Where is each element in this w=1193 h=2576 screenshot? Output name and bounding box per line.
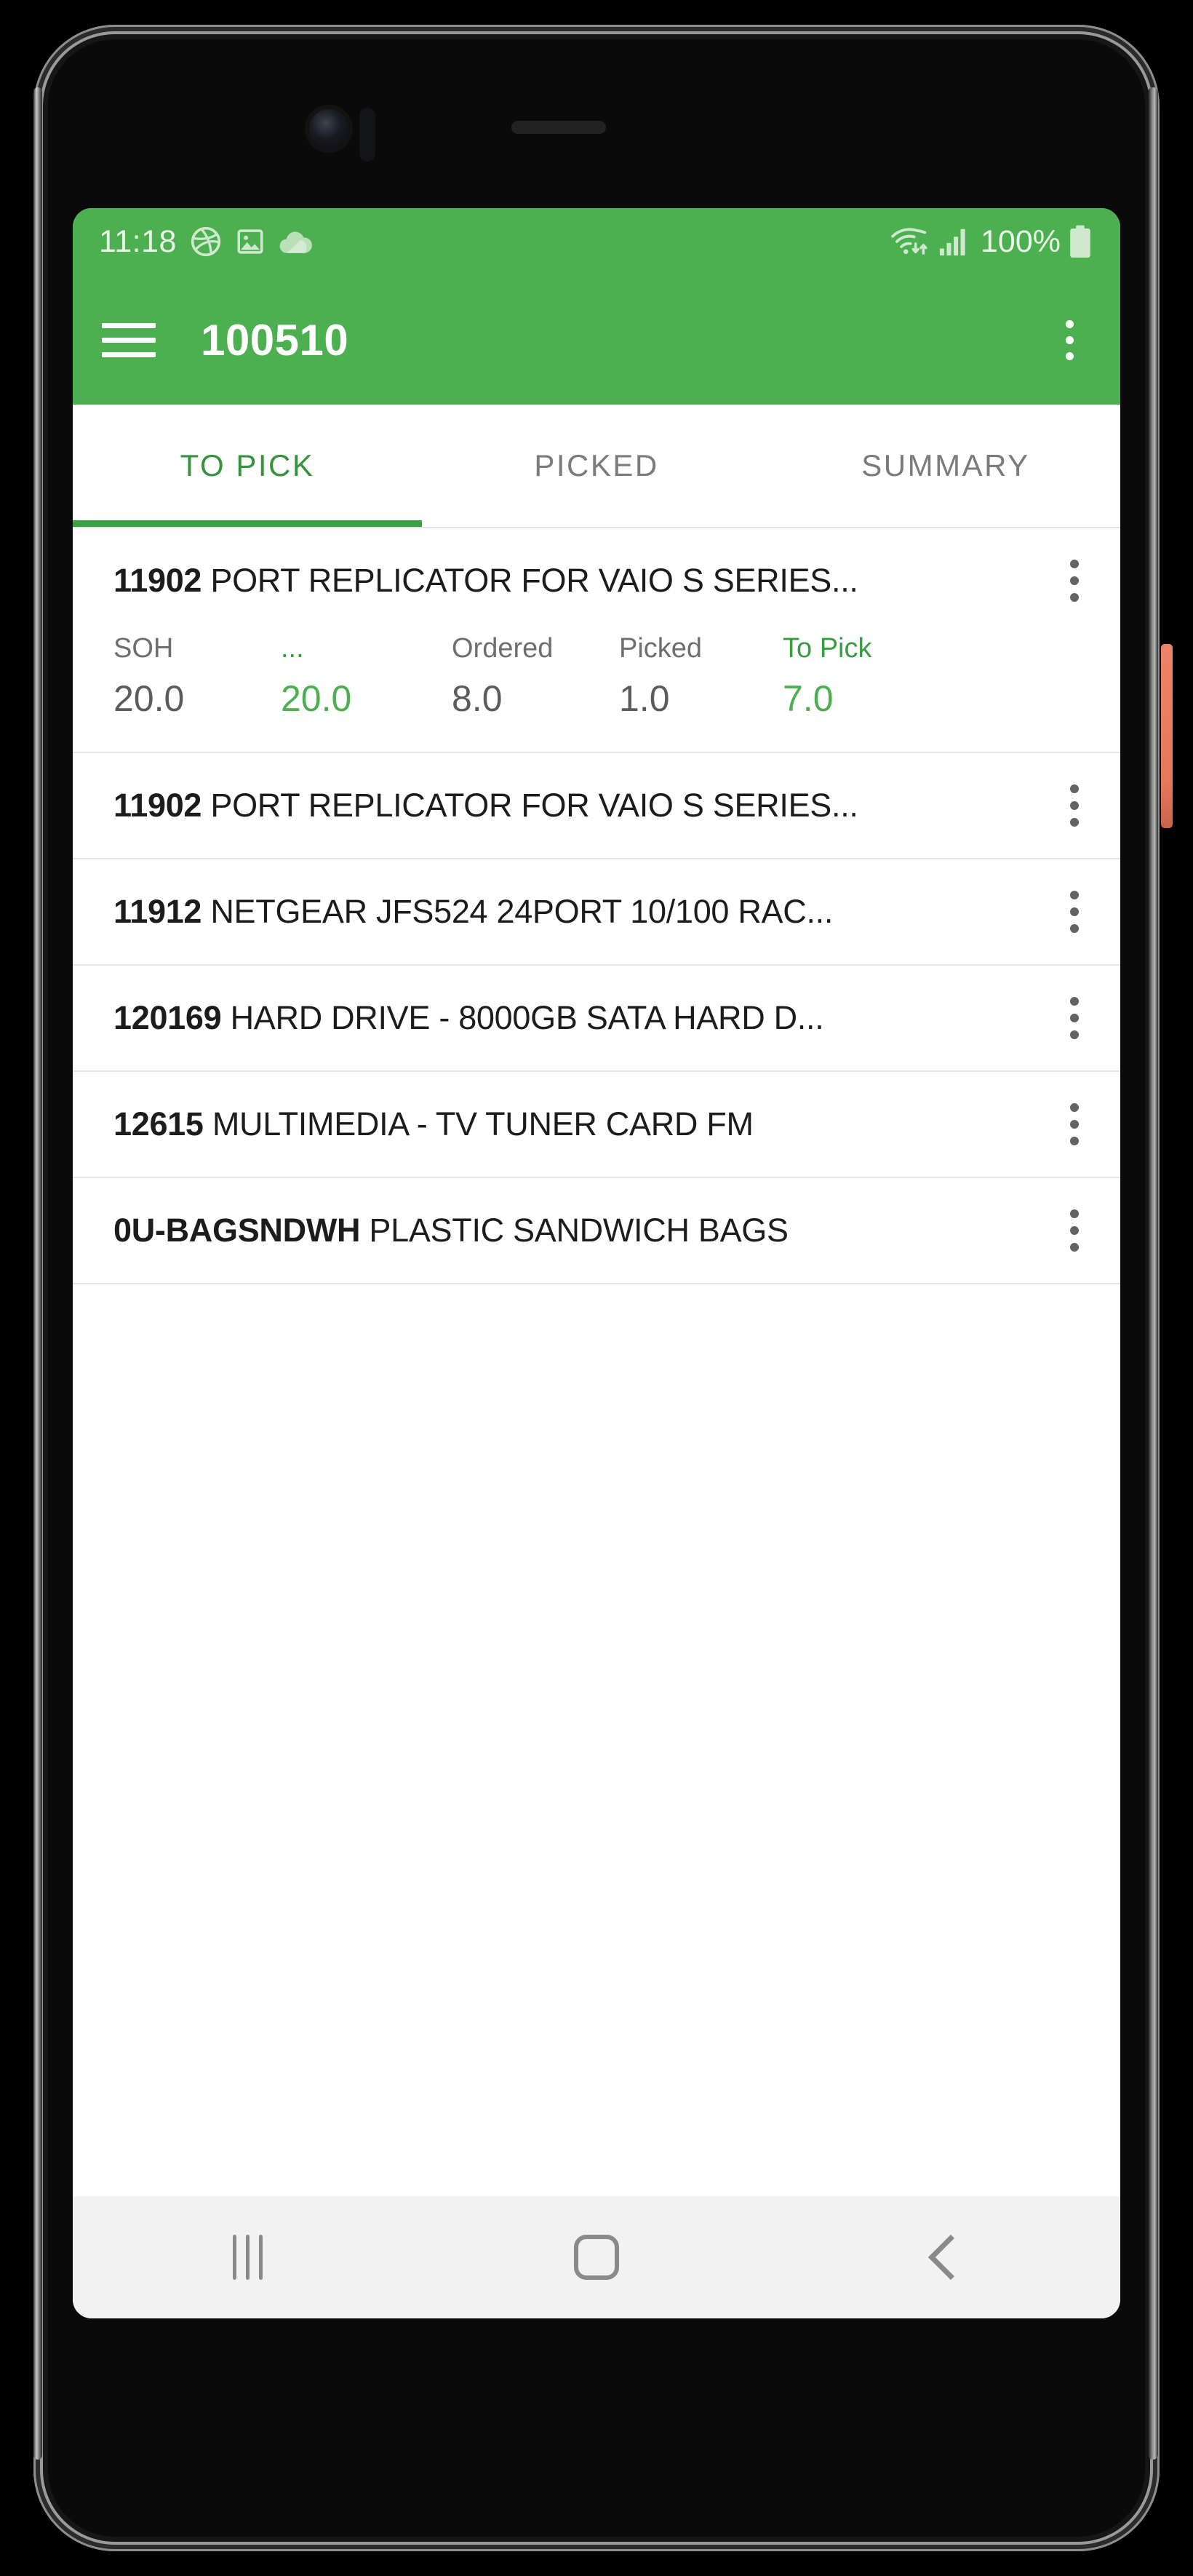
list-item-details: SOH 20.0 ... 20.0 Ordered 8.0 Picked 1.0… — [73, 633, 1120, 752]
list-item-title: 12615 MULTIMEDIA - TV TUNER CARD FM — [113, 1105, 1053, 1143]
detail-to-pick: To Pick 7.0 — [783, 633, 871, 720]
list-item-description: PORT REPLICATOR FOR VAIO S SERIES... — [210, 787, 858, 824]
list-item[interactable]: 11902 PORT REPLICATOR FOR VAIO S SERIES.… — [73, 753, 1120, 859]
tab-bar: TO PICK PICKED SUMMARY — [73, 405, 1120, 528]
proximity-sensor — [359, 108, 375, 162]
status-bar: 11:18 100% — [73, 208, 1120, 275]
signal-icon — [938, 226, 969, 258]
list-item-sku: 11902 — [113, 562, 211, 599]
status-bar-left: 11:18 — [99, 224, 314, 260]
list-item-header[interactable]: 0U-BAGSNDWH PLASTIC SANDWICH BAGS — [73, 1178, 1120, 1283]
detail-picked-header: Picked — [619, 633, 703, 664]
tab-summary-label: SUMMARY — [861, 448, 1030, 482]
back-icon[interactable] — [771, 2234, 1120, 2281]
status-bar-right: 100% — [889, 224, 1093, 260]
more-vertical-icon[interactable] — [1053, 1197, 1096, 1264]
status-clock: 11:18 — [99, 223, 177, 259]
list-item[interactable]: 11912 NETGEAR JFS524 24PORT 10/100 RAC..… — [73, 859, 1120, 966]
tab-picked-label: PICKED — [534, 448, 659, 482]
list-item-title: 0U-BAGSNDWH PLASTIC SANDWICH BAGS — [113, 1212, 1053, 1249]
list-item[interactable]: 120169 HARD DRIVE - 8000GB SATA HARD D..… — [73, 966, 1120, 1072]
list-item-sku: 11902 — [113, 787, 211, 824]
list-item-description: NETGEAR JFS524 24PORT 10/100 RAC... — [210, 893, 834, 930]
phone-frame-right-edge — [1148, 87, 1158, 2460]
list-item-sku: 120169 — [113, 999, 231, 1036]
list-item-header[interactable]: 11902 PORT REPLICATOR FOR VAIO S SERIES.… — [73, 753, 1120, 858]
detail-to-pick-value: 7.0 — [783, 678, 834, 719]
detail-to-pick-header: To Pick — [783, 633, 872, 664]
detail-soh: SOH 20.0 — [113, 633, 281, 720]
wifi-icon — [889, 225, 931, 258]
list-item-title: 11902 PORT REPLICATOR FOR VAIO S SERIES.… — [113, 787, 1053, 824]
list-item-description: PLASTIC SANDWICH BAGS — [369, 1212, 789, 1249]
list-item-title: 120169 HARD DRIVE - 8000GB SATA HARD D..… — [113, 999, 1053, 1037]
list-item-description: PORT REPLICATOR FOR VAIO S SERIES... — [210, 562, 858, 599]
detail-ordered-header: Ordered — [452, 633, 554, 664]
more-vertical-icon[interactable] — [1053, 985, 1096, 1052]
tab-to-pick-label: TO PICK — [180, 448, 315, 482]
detail-available-header: ... — [281, 633, 304, 664]
tab-picked[interactable]: PICKED — [422, 405, 771, 527]
hamburger-menu-icon[interactable] — [102, 318, 156, 362]
detail-soh-header: SOH — [113, 633, 174, 664]
list-item-header[interactable]: 12615 MULTIMEDIA - TV TUNER CARD FM — [73, 1072, 1120, 1177]
phone-screen: 11:18 100% 100510 TO PICK PICKED SUMMARY… — [73, 208, 1120, 2318]
battery-icon — [1068, 224, 1093, 259]
list-item-header[interactable]: 120169 HARD DRIVE - 8000GB SATA HARD D..… — [73, 966, 1120, 1070]
list-item-sku: 12615 — [113, 1105, 212, 1142]
image-icon — [235, 226, 266, 257]
more-vertical-icon[interactable] — [1053, 772, 1096, 839]
list-item[interactable]: 11902 PORT REPLICATOR FOR VAIO S SERIES.… — [73, 528, 1120, 753]
android-nav-bar — [73, 2196, 1120, 2318]
earpiece-speaker — [511, 121, 606, 134]
app-bar: 100510 — [73, 275, 1120, 405]
detail-available: ... 20.0 — [281, 633, 452, 720]
dribbble-icon — [190, 226, 222, 258]
battery-percent-label: 100% — [981, 223, 1061, 259]
page-title: 100510 — [201, 315, 349, 365]
list-item-header[interactable]: 11902 PORT REPLICATOR FOR VAIO S SERIES.… — [73, 528, 1120, 633]
recents-icon[interactable] — [73, 2235, 422, 2280]
pick-list: 11902 PORT REPLICATOR FOR VAIO S SERIES.… — [73, 528, 1120, 1284]
list-item[interactable]: 12615 MULTIMEDIA - TV TUNER CARD FM — [73, 1072, 1120, 1178]
more-vertical-icon[interactable] — [1053, 1091, 1096, 1158]
detail-ordered-value: 8.0 — [452, 678, 503, 719]
tab-to-pick[interactable]: TO PICK — [73, 405, 422, 527]
more-vertical-icon[interactable] — [1053, 547, 1096, 614]
front-camera — [309, 109, 348, 148]
list-item-description: HARD DRIVE - 8000GB SATA HARD D... — [230, 999, 824, 1036]
more-vertical-icon[interactable] — [1048, 309, 1091, 371]
list-item-sku: 0U-BAGSNDWH — [113, 1212, 370, 1249]
side-power-button[interactable] — [1161, 644, 1173, 828]
tab-summary[interactable]: SUMMARY — [771, 405, 1120, 527]
cloud-icon — [279, 227, 314, 256]
list-item-sku: 11912 — [113, 893, 211, 930]
list-item[interactable]: 0U-BAGSNDWH PLASTIC SANDWICH BAGS — [73, 1178, 1120, 1284]
detail-available-value: 20.0 — [281, 678, 352, 719]
detail-picked-value: 1.0 — [619, 678, 670, 719]
home-icon[interactable] — [422, 2235, 771, 2280]
detail-ordered: Ordered 8.0 — [452, 633, 619, 720]
list-item-description: MULTIMEDIA - TV TUNER CARD FM — [212, 1105, 754, 1142]
detail-soh-value: 20.0 — [113, 678, 185, 719]
more-vertical-icon[interactable] — [1053, 878, 1096, 945]
detail-picked: Picked 1.0 — [619, 633, 783, 720]
list-item-title: 11912 NETGEAR JFS524 24PORT 10/100 RAC..… — [113, 893, 1053, 931]
list-item-header[interactable]: 11912 NETGEAR JFS524 24PORT 10/100 RAC..… — [73, 859, 1120, 964]
list-item-title: 11902 PORT REPLICATOR FOR VAIO S SERIES.… — [113, 562, 1053, 600]
phone-frame-left-edge — [33, 87, 42, 2460]
